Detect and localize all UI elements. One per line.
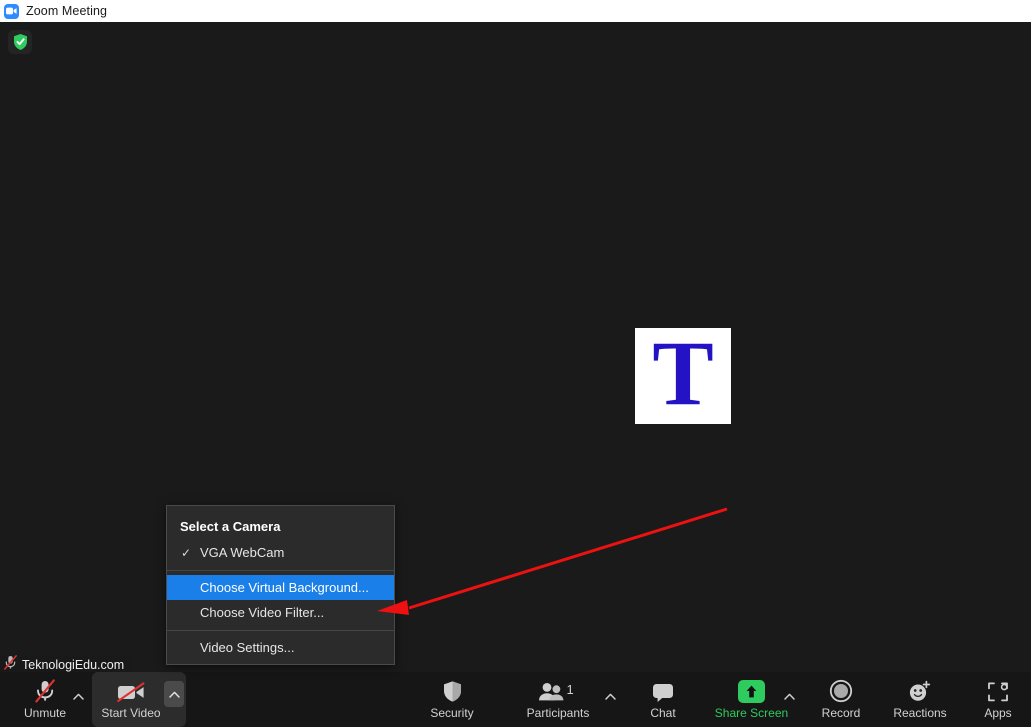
svg-text:1: 1 — [567, 682, 574, 697]
menu-header-label: Select a Camera — [180, 519, 281, 534]
participant-name-text: TeknologiEdu.com — [22, 657, 125, 672]
reactions-label: Reactions — [893, 706, 947, 720]
annotation-arrow — [377, 507, 728, 615]
shield-icon — [442, 679, 463, 703]
menu-item-label: VGA WebCam — [200, 545, 285, 560]
window-title-bar: Zoom Meeting — [0, 0, 1031, 22]
record-circle-icon — [829, 679, 853, 703]
participants-options-chevron-up-icon[interactable] — [600, 686, 620, 706]
camera-context-menu[interactable]: Select a Camera ✓ VGA WebCam Choose Virt… — [166, 505, 395, 665]
security-label: Security — [430, 706, 474, 720]
chat-label: Chat — [650, 706, 676, 720]
video-options-chevron-up-icon[interactable] — [164, 681, 184, 707]
start-video-button[interactable]: Start Video — [92, 672, 186, 727]
chat-bubble-icon — [651, 679, 675, 703]
mic-muted-icon — [34, 679, 56, 703]
menu-item-label: Video Settings... — [200, 640, 295, 655]
reactions-button[interactable]: Reactions — [880, 672, 960, 727]
share-options-chevron-up-icon[interactable] — [779, 686, 799, 706]
menu-item-label: Choose Video Filter... — [200, 605, 325, 620]
video-stage: T TeknologiEdu.com Select a Camera ✓ VGA… — [0, 22, 1031, 674]
security-button[interactable]: Security — [416, 672, 488, 727]
unmute-label: Unmute — [23, 706, 67, 720]
menu-item-choose-virtual-background[interactable]: Choose Virtual Background... — [167, 575, 394, 600]
apps-label: Apps — [984, 706, 1012, 720]
record-label: Record — [821, 706, 861, 720]
share-arrow-up-icon — [738, 679, 765, 703]
start-video-label: Start Video — [101, 706, 161, 720]
unmute-options-chevron-up-icon[interactable] — [70, 686, 86, 706]
checkmark-icon: ✓ — [181, 545, 192, 560]
meeting-toolbar: Unmute Start Video Security 1 Participan… — [0, 672, 1031, 727]
participants-label: Participants — [526, 706, 590, 720]
menu-separator-1 — [167, 570, 394, 571]
menu-item-label: Choose Virtual Background... — [200, 580, 369, 595]
participants-button[interactable]: 1 Participants — [513, 672, 603, 727]
people-icon: 1 — [536, 679, 580, 703]
menu-item-vga-webcam[interactable]: ✓ VGA WebCam — [167, 540, 394, 565]
menu-item-video-settings[interactable]: Video Settings... — [167, 635, 394, 660]
apps-bracket-icon — [986, 679, 1010, 703]
participant-avatar: T — [635, 322, 731, 425]
menu-header-select-a-camera: Select a Camera — [167, 513, 394, 540]
share-screen-label: Share Screen — [714, 706, 789, 720]
menu-separator-2 — [167, 630, 394, 631]
chat-button[interactable]: Chat — [634, 672, 692, 727]
window-title: Zoom Meeting — [26, 4, 108, 18]
apps-button[interactable]: Apps — [968, 672, 1028, 727]
zoom-camera-icon — [4, 3, 19, 19]
avatar-letter: T — [652, 322, 714, 425]
smiley-plus-icon — [907, 679, 933, 703]
menu-item-choose-video-filter[interactable]: Choose Video Filter... — [167, 600, 394, 625]
green-shield-check-icon[interactable] — [8, 30, 32, 54]
video-off-icon — [116, 679, 146, 703]
record-button[interactable]: Record — [808, 672, 874, 727]
